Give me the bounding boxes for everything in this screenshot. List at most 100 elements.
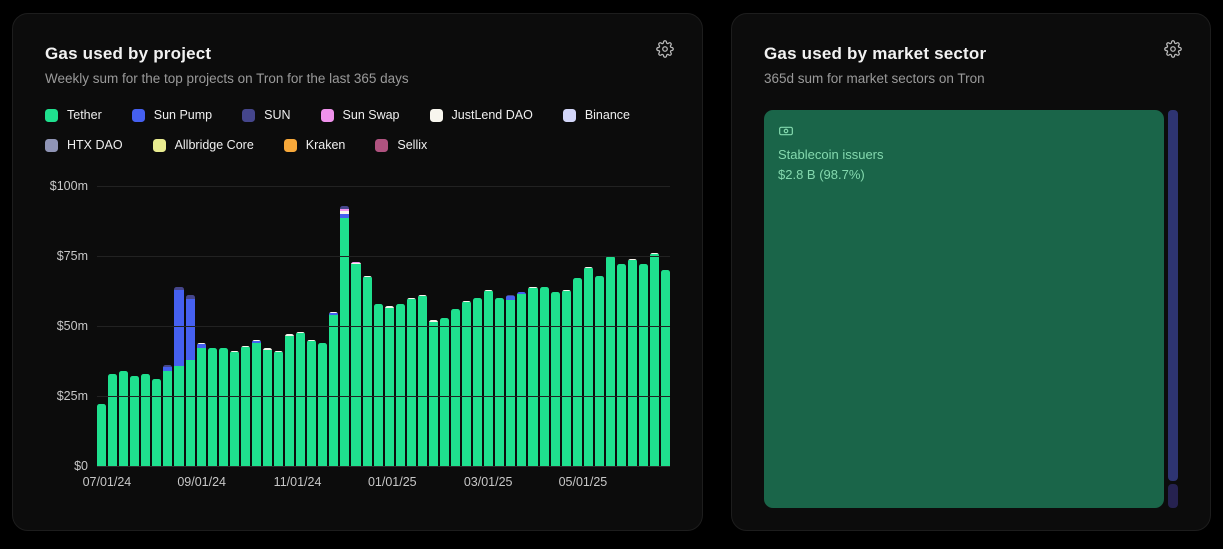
treemap-block-minor-sector[interactable]	[1168, 110, 1178, 481]
legend-swatch	[375, 139, 388, 152]
bar-week-35[interactable]	[473, 298, 482, 466]
bar-segment-tether	[307, 341, 316, 466]
bar-week-2[interactable]	[108, 374, 117, 466]
bar-segment-tether	[329, 315, 338, 466]
bar-week-16[interactable]	[263, 348, 272, 466]
x-axis-label: 07/01/24	[83, 475, 132, 489]
legend-swatch	[430, 109, 443, 122]
bar-week-9[interactable]	[186, 295, 195, 466]
legend-item-sun-pump[interactable]: Sun Pump	[132, 108, 212, 122]
gridline	[97, 396, 670, 397]
legend-swatch	[242, 109, 255, 122]
bar-week-7[interactable]	[163, 365, 172, 466]
bar-week-24[interactable]	[351, 262, 360, 466]
bar-segment-tether	[396, 304, 405, 466]
bar-segment-tether	[208, 348, 217, 466]
bar-week-26[interactable]	[374, 304, 383, 466]
bar-week-10[interactable]	[197, 343, 206, 466]
bar-week-48[interactable]	[617, 264, 626, 466]
bar-week-46[interactable]	[595, 276, 604, 466]
bar-week-31[interactable]	[429, 320, 438, 466]
treemap-sector-label: Stablecoin issuers	[778, 147, 1150, 162]
bar-week-17[interactable]	[274, 351, 283, 466]
bar-week-4[interactable]	[130, 376, 139, 466]
bar-week-27[interactable]	[385, 306, 394, 466]
bar-segment-tether	[617, 264, 626, 466]
legend-item-justlend-dao[interactable]: JustLend DAO	[430, 108, 533, 122]
bar-week-38[interactable]	[506, 295, 515, 466]
bar-week-33[interactable]	[451, 309, 460, 466]
bar-week-45[interactable]	[584, 267, 593, 466]
legend-swatch	[284, 139, 297, 152]
settings-gear-icon[interactable]	[1164, 40, 1182, 58]
bar-week-50[interactable]	[639, 264, 648, 466]
bar-week-19[interactable]	[296, 332, 305, 466]
bar-week-47[interactable]	[606, 256, 615, 466]
bar-segment-tether	[540, 287, 549, 466]
bar-week-25[interactable]	[363, 276, 372, 466]
gas-by-project-chart: $100m$75m$50m$25m$0 07/01/2409/01/2411/0…	[45, 186, 670, 497]
bar-segment-tether	[230, 352, 239, 466]
bar-week-37[interactable]	[495, 298, 504, 466]
bar-segment-tether	[495, 298, 504, 466]
bar-week-5[interactable]	[141, 374, 150, 466]
legend-item-kraken[interactable]: Kraken	[284, 138, 346, 152]
bar-week-23[interactable]	[340, 206, 349, 466]
card-title: Gas used by project	[45, 44, 670, 64]
bar-week-51[interactable]	[650, 253, 659, 466]
bar-week-12[interactable]	[219, 348, 228, 466]
bar-week-8[interactable]	[174, 287, 183, 466]
legend-swatch	[563, 109, 576, 122]
legend-swatch	[132, 109, 145, 122]
bar-week-39[interactable]	[517, 292, 526, 466]
bar-week-13[interactable]	[230, 351, 239, 466]
bar-week-28[interactable]	[396, 304, 405, 466]
legend-item-htx-dao[interactable]: HTX DAO	[45, 138, 123, 152]
bar-week-49[interactable]	[628, 259, 637, 466]
bar-week-43[interactable]	[562, 290, 571, 466]
bar-week-42[interactable]	[551, 292, 560, 466]
bar-segment-tether	[506, 300, 515, 466]
bar-week-15[interactable]	[252, 340, 261, 466]
treemap-sector-value: $2.8 B (98.7%)	[778, 167, 1150, 182]
bar-week-14[interactable]	[241, 346, 250, 466]
legend-item-sellix[interactable]: Sellix	[375, 138, 427, 152]
x-axis-label: 09/01/24	[177, 475, 226, 489]
bar-week-1[interactable]	[97, 404, 106, 466]
bar-week-32[interactable]	[440, 318, 449, 466]
bar-week-52[interactable]	[661, 270, 670, 466]
bar-week-40[interactable]	[528, 287, 537, 466]
legend-swatch	[45, 109, 58, 122]
bar-segment-tether	[108, 374, 117, 466]
legend-item-sun-swap[interactable]: Sun Swap	[321, 108, 400, 122]
bar-week-29[interactable]	[407, 298, 416, 466]
treemap-block-stablecoin-issuers[interactable]: Stablecoin issuers $2.8 B (98.7%)	[764, 110, 1164, 508]
legend-item-binance[interactable]: Binance	[563, 108, 630, 122]
legend-item-allbridge-core[interactable]: Allbridge Core	[153, 138, 254, 152]
legend-item-tether[interactable]: Tether	[45, 108, 102, 122]
bar-segment-tether	[418, 296, 427, 466]
bar-week-11[interactable]	[208, 348, 217, 466]
bar-week-22[interactable]	[329, 312, 338, 466]
treemap-block-minor-sector[interactable]	[1168, 484, 1178, 508]
gas-by-market-sector-card: Gas used by market sector 365d sum for m…	[731, 13, 1211, 531]
settings-gear-icon[interactable]	[656, 40, 674, 58]
bar-segment-tether	[517, 294, 526, 466]
bar-week-36[interactable]	[484, 290, 493, 466]
legend-label: JustLend DAO	[452, 108, 533, 122]
bar-segment-tether	[186, 360, 195, 466]
bar-week-41[interactable]	[540, 287, 549, 466]
bar-week-18[interactable]	[285, 334, 294, 466]
bar-week-44[interactable]	[573, 278, 582, 466]
bar-week-30[interactable]	[418, 295, 427, 466]
bar-segment-tether	[152, 379, 161, 466]
bar-segment-tether	[440, 318, 449, 466]
bar-week-21[interactable]	[318, 343, 327, 466]
legend-item-sun[interactable]: SUN	[242, 108, 290, 122]
bar-week-6[interactable]	[152, 379, 161, 466]
bar-segment-tether	[628, 260, 637, 466]
bar-segment-sun-pump	[186, 299, 195, 361]
plot-area: $100m$75m$50m$25m$0	[97, 186, 670, 466]
bar-week-3[interactable]	[119, 371, 128, 466]
bar-week-20[interactable]	[307, 340, 316, 466]
